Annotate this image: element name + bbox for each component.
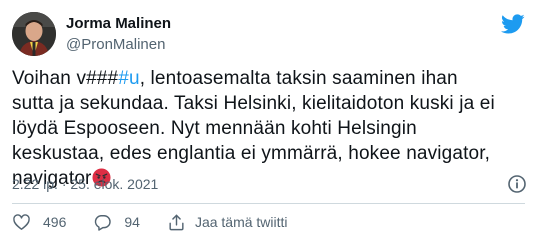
author-handle[interactable]: @PronMalinen [66,35,171,54]
tweet-text-lead: Voihan v### [12,68,119,89]
action-bar: 496 94 Jaa tämä twiitti [12,211,315,233]
share-button[interactable]: Jaa tämä twiitti [167,213,288,232]
info-icon[interactable] [507,174,527,194]
twitter-bird-icon[interactable] [501,12,525,36]
heart-icon [13,213,30,230]
avatar[interactable] [12,12,56,56]
reply-bubble-icon [95,214,112,231]
reply-button[interactable]: 94 [93,213,140,232]
tweet-text: Voihan v####u, lentoasemalta taksin saam… [12,66,502,191]
reply-count: 94 [124,214,140,230]
share-icon [169,214,184,230]
divider [12,203,525,204]
hashtag-link[interactable]: #u [118,68,139,89]
author-display-name[interactable]: Jorma Malinen [66,14,171,33]
share-label: Jaa tämä twiitti [194,214,288,230]
like-count: 496 [43,214,67,230]
author-block[interactable]: Jorma Malinen @PronMalinen [66,14,171,54]
tweet-timestamp[interactable]: 2.22 ip. · 25. elok. 2021 [12,175,158,193]
tweet-card: Jorma Malinen @PronMalinen Voihan v####u… [0,0,537,241]
like-button[interactable]: 496 [12,213,66,232]
